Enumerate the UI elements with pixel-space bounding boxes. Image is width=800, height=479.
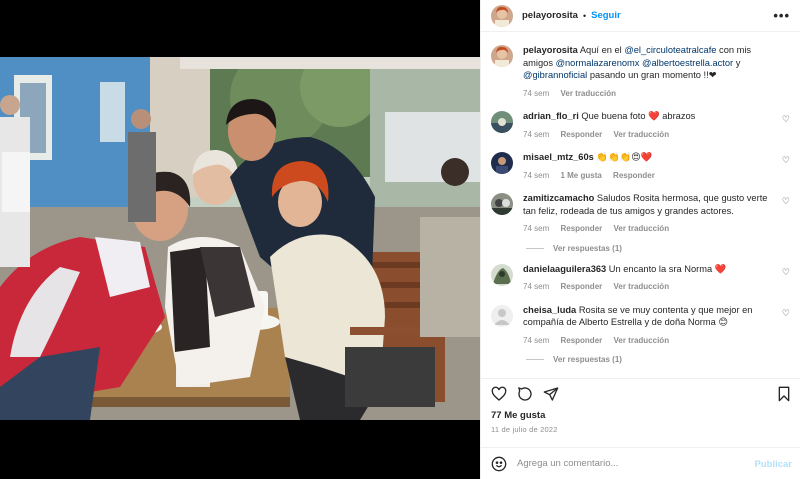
caption-text: Aquí en el (579, 45, 622, 55)
add-comment-bar: Publicar (481, 447, 800, 479)
caption-text: y (735, 57, 741, 68)
avatar[interactable] (491, 263, 513, 286)
share-icon[interactable] (543, 386, 559, 402)
comment-text: 👏👏👏😍❤️ (596, 152, 653, 162)
comment-meta: 74 sem Responder Ver traducción (523, 129, 772, 142)
post-photo (0, 57, 480, 420)
comment-time: 74 sem (523, 129, 550, 139)
translate-link[interactable]: Ver traducción (614, 224, 670, 233)
comment-time: 74 sem (523, 282, 550, 291)
emoji-icon[interactable] (491, 456, 507, 472)
caption: pelayorosita Aquí en el @el_circuloteatr… (491, 44, 790, 100)
translate-link[interactable]: Ver traducción (614, 282, 670, 291)
comment-time: 74 sem (523, 88, 550, 98)
replies-divider (526, 359, 544, 360)
view-replies-button[interactable]: Ver respuestas (1) (526, 355, 790, 364)
comment-like-icon[interactable]: ♡ (782, 267, 790, 278)
caption-text: pasando un gran momento !!❤ (589, 70, 717, 80)
translate-link[interactable]: Ver traducción (614, 130, 670, 139)
comment-time: 74 sem (523, 224, 550, 233)
mention-link[interactable]: @gibrannoficial (523, 70, 587, 80)
comment-item: zamitizcamacho Saludos Rosita hermosa, q… (491, 192, 790, 236)
comment-icon[interactable] (517, 386, 533, 402)
reply-link[interactable]: Responder (560, 130, 602, 139)
comment-username[interactable]: cheisa_luda (523, 305, 576, 315)
comment-meta: 74 sem Ver traducción (523, 88, 772, 101)
caption-username[interactable]: pelayorosita (523, 45, 578, 55)
post-media[interactable] (0, 0, 480, 479)
mention-link[interactable]: @el_circuloteatralcafe (624, 45, 716, 55)
comment-text: Un encanto la sra Norma ❤️ (608, 263, 727, 274)
comment-meta: 74 sem Responder Ver traducción (523, 281, 772, 294)
publish-button[interactable]: Publicar (755, 459, 793, 470)
translate-link[interactable]: Ver traducción (614, 336, 670, 345)
heart-icon[interactable] (491, 386, 507, 402)
mention-link[interactable]: @normalazarenomx (556, 58, 640, 68)
post-date: 11 de julio de 2022 (491, 425, 558, 434)
reply-link[interactable]: Responder (560, 224, 602, 233)
comment-username[interactable]: zamitizcamacho (523, 193, 594, 203)
comment-meta: 74 sem Responder Ver traducción (523, 335, 772, 348)
view-replies-button[interactable]: Ver respuestas (1) (526, 244, 790, 253)
separator-dot: • (582, 10, 587, 21)
comment-meta: 74 sem 1 Me gusta Responder (523, 170, 772, 183)
comment-time: 74 sem (523, 335, 550, 345)
bookmark-icon[interactable] (776, 386, 792, 402)
avatar[interactable] (491, 193, 513, 215)
comment-meta: 74 sem Responder Ver traducción (523, 223, 772, 236)
avatar[interactable] (491, 304, 513, 327)
comments-list[interactable]: pelayorosita Aquí en el @el_circuloteatr… (481, 32, 800, 378)
comment-item: misael_mtz_60s 👏👏👏😍❤️ 74 sem 1 Me gusta … (491, 151, 790, 182)
comment-item: danielaaguilera363 Un encanto la sra Nor… (491, 263, 790, 294)
reply-link[interactable]: Responder (560, 336, 602, 345)
comment-like-icon[interactable]: ♡ (782, 114, 790, 125)
avatar[interactable] (491, 152, 513, 174)
comment-text: Que buena foto ❤️ abrazos (581, 111, 696, 121)
comment-username[interactable]: danielaaguilera363 (523, 264, 606, 274)
comment-username[interactable]: adrian_flo_ri (523, 111, 579, 121)
comment-like-icon[interactable]: ♡ (782, 196, 790, 207)
post-action-bar (481, 378, 800, 408)
comment-likes[interactable]: 1 Me gusta (560, 171, 601, 180)
mention-link[interactable]: @albertoestrella.actor (642, 58, 733, 68)
avatar[interactable] (491, 4, 513, 27)
comment-like-icon[interactable]: ♡ (782, 308, 790, 319)
view-replies-label[interactable]: Ver respuestas (1) (553, 355, 622, 364)
post-side-panel: pelayorosita • Seguir ••• pelayorosita A… (480, 0, 800, 479)
follow-button[interactable]: Seguir (591, 10, 621, 21)
comment-username[interactable]: misael_mtz_60s (523, 152, 594, 162)
more-icon[interactable]: ••• (773, 8, 790, 23)
comment-item: adrian_flo_ri Que buena foto ❤️ abrazos … (491, 110, 790, 141)
comment-time: 74 sem (523, 170, 550, 180)
replies-divider (526, 247, 544, 249)
avatar[interactable] (491, 111, 513, 133)
reply-link[interactable]: Responder (613, 171, 655, 180)
translate-link[interactable]: Ver traducción (560, 89, 616, 98)
reply-link[interactable]: Responder (560, 282, 602, 291)
avatar[interactable] (491, 45, 513, 67)
likes-count[interactable]: 77 Me gusta (481, 408, 800, 421)
post-author-username[interactable]: pelayorosita (522, 10, 578, 21)
post-header: pelayorosita • Seguir ••• (481, 0, 800, 32)
comment-input[interactable] (517, 458, 727, 469)
comment-item: cheisa_luda Rosita se ve muy contenta y … (491, 304, 790, 348)
comment-like-icon[interactable]: ♡ (782, 155, 790, 166)
view-replies-label[interactable]: Ver respuestas (1) (553, 244, 622, 253)
